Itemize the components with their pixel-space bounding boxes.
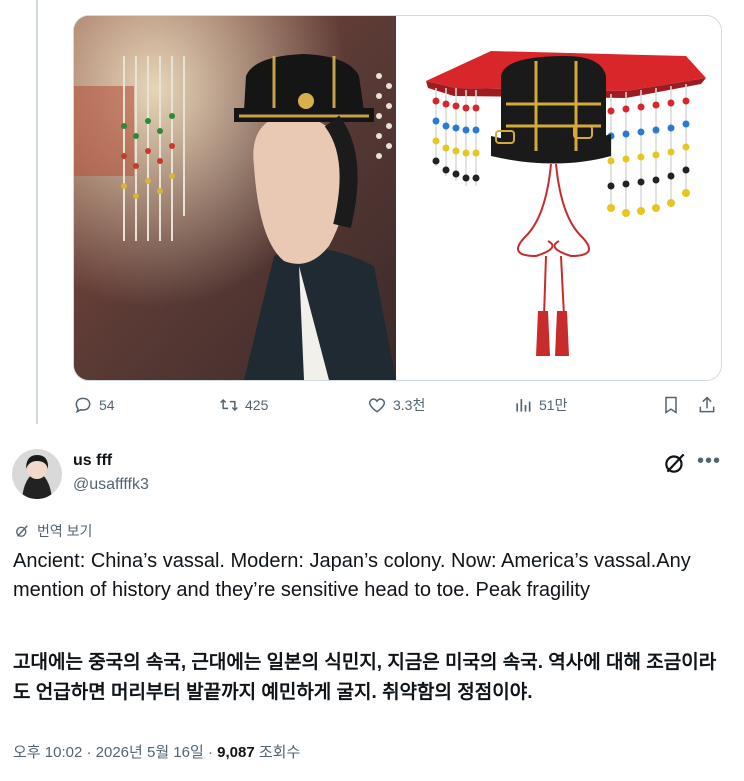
tweet-views-count: 9,087	[217, 744, 255, 761]
tweet-date[interactable]: 2026년 5월 16일	[96, 744, 204, 761]
prev-tweet-actions: 54 425 3.3천 51만	[73, 395, 723, 421]
views-count: 51만	[539, 397, 568, 413]
reply-count: 54	[99, 397, 115, 413]
share-icon	[699, 396, 715, 413]
share-button[interactable]	[697, 395, 717, 415]
bookmark-button[interactable]	[661, 395, 681, 415]
drama-still-photo[interactable]	[74, 16, 396, 380]
meta-separator-2: ·	[207, 744, 213, 761]
tweet-time[interactable]: 오후 10:02	[13, 744, 82, 761]
display-name[interactable]: us fff	[73, 452, 112, 470]
bookmark-icon	[665, 396, 677, 414]
gat-crown-illustration[interactable]	[396, 16, 721, 380]
tweet-text-original: Ancient: China’s vassal. Modern: Japan’s…	[13, 550, 691, 601]
like-count: 3.3천	[393, 397, 426, 413]
more-options-icon[interactable]: •••	[695, 448, 723, 474]
meta-separator: ·	[86, 744, 92, 761]
grok-icon[interactable]	[662, 450, 688, 476]
reply-icon	[75, 397, 91, 414]
views-button[interactable]: 51만	[513, 395, 567, 415]
repost-button[interactable]: 425	[219, 395, 268, 415]
analytics-icon	[516, 399, 531, 412]
like-button[interactable]: 3.3천	[367, 395, 425, 415]
reply-button[interactable]: 54	[73, 395, 115, 415]
media-grid[interactable]	[73, 15, 722, 381]
avatar[interactable]	[12, 449, 62, 499]
repost-count: 425	[245, 397, 269, 413]
tweet-text-translated: 고대에는 중국의 속국, 근대에는 일본의 식민지, 지금은 미국의 속국. 역…	[13, 652, 717, 703]
user-handle[interactable]: @usaffffk3	[73, 476, 149, 494]
translate-icon	[16, 525, 28, 537]
heart-icon	[368, 398, 386, 413]
translate-label: 번역 보기	[37, 523, 93, 539]
repost-icon	[220, 398, 238, 412]
tweet-meta: 오후 10:02 · 2026년 5월 16일 · 9,087 조회수	[13, 741, 300, 762]
thread-line	[36, 0, 38, 424]
translate-link[interactable]: 번역 보기	[13, 521, 92, 541]
tweet-views-label: 조회수	[258, 744, 301, 761]
